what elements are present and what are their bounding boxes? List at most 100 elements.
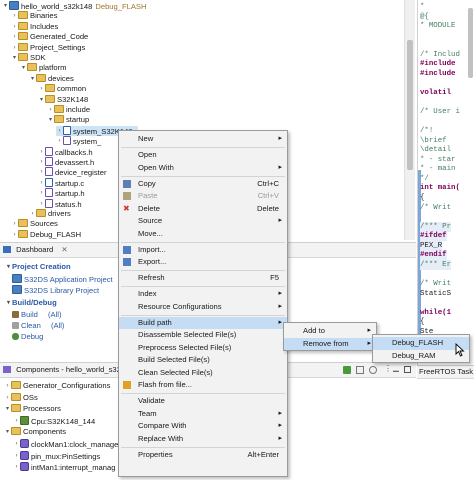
component-item[interactable]: › intMan1:interrupt_manag	[13, 462, 115, 473]
component-item[interactable]: ▾ Processors	[4, 404, 61, 415]
editor-scroll-thumb[interactable]	[468, 8, 473, 78]
close-icon[interactable]: ✕	[61, 245, 67, 254]
menu-new[interactable]: New ▸	[119, 133, 287, 146]
generate-code-icon[interactable]	[343, 366, 351, 374]
code-editor[interactable]: * @{ * MODULE/* Includ #include #include …	[417, 0, 474, 366]
view-menu-icon[interactable]: ⋮	[384, 364, 392, 373]
chevron-right-icon[interactable]: ›	[13, 462, 20, 473]
menu-open-with[interactable]: Open With ▸	[119, 162, 287, 175]
menu-disassemble-selected-file-s[interactable]: Disassemble Selected File(s)	[119, 329, 287, 342]
explorer-item[interactable]: › Binaries	[11, 11, 57, 22]
dashboard-tab[interactable]: Dashboard	[16, 245, 53, 254]
chevron-right-icon[interactable]: ›	[38, 199, 45, 210]
chevron-down-icon[interactable]: ▾	[29, 74, 36, 85]
component-item[interactable]: › pin_mux:PinSettings	[13, 450, 100, 462]
menu-replace-with[interactable]: Replace With ▸	[119, 433, 287, 446]
component-item[interactable]: › OSs	[4, 392, 38, 404]
chevron-right-icon[interactable]: ›	[11, 11, 18, 22]
menu-open[interactable]: Open	[119, 149, 287, 162]
chevron-right-icon[interactable]: ›	[38, 157, 45, 168]
chevron-down-icon[interactable]: ▾	[2, 1, 9, 12]
menu-properties[interactable]: Properties Alt+Enter	[119, 449, 287, 462]
explorer-item[interactable]: › Includes	[11, 21, 58, 33]
chevron-right-icon[interactable]: ›	[56, 136, 63, 147]
menu-build-selected-file-s[interactable]: Build Selected File(s)	[119, 354, 287, 367]
menu-copy[interactable]: Copy Ctrl+C	[119, 178, 287, 191]
component-item[interactable]: › Generator_Configurations	[4, 381, 110, 392]
explorer-item[interactable]: › Debug_FLASH	[11, 229, 81, 241]
explorer-item[interactable]: › Project_Settings	[11, 42, 85, 54]
menu-resource-configurations[interactable]: Resource Configurations ▸	[119, 301, 287, 314]
freertos-view-tab[interactable]: FreeRTOS Task Awa	[417, 365, 474, 379]
explorer-item[interactable]: ▾ platform	[20, 63, 66, 74]
menu-export[interactable]: Export...	[119, 256, 287, 269]
explorer-item[interactable]: ▾ startup	[47, 115, 89, 126]
menu-team[interactable]: Team ▸	[119, 408, 287, 421]
explorer-scrollbar[interactable]	[404, 0, 415, 240]
menu-clean-selected-file-s[interactable]: Clean Selected File(s)	[119, 367, 287, 380]
chevron-right-icon[interactable]: ›	[47, 105, 54, 116]
explorer-item[interactable]: › Sources	[11, 219, 58, 230]
explorer-item[interactable]: ▾ hello_world_s32k148 Debug_FLASH	[2, 1, 146, 12]
chevron-down-icon[interactable]: ▾	[4, 427, 11, 438]
menu-build-path[interactable]: Build path ▸	[119, 316, 287, 329]
maximize-icon[interactable]	[404, 366, 411, 373]
explorer-item[interactable]: › system_	[56, 136, 101, 147]
menu-refresh[interactable]: Refresh F5	[119, 272, 287, 285]
explorer-scroll-thumb[interactable]	[407, 40, 413, 170]
component-item[interactable]: › clockMan1:clock_manage	[13, 439, 118, 450]
explorer-item[interactable]: › include	[47, 105, 90, 116]
chevron-down-icon[interactable]: ▾	[5, 298, 12, 309]
chevron-down-icon[interactable]: ▾	[4, 404, 11, 415]
collapse-all-icon[interactable]	[356, 366, 364, 374]
chevron-right-icon[interactable]: ›	[38, 147, 45, 158]
chevron-right-icon[interactable]: ›	[38, 84, 45, 95]
chevron-down-icon[interactable]: ▾	[5, 262, 12, 273]
chevron-right-icon[interactable]: ›	[56, 126, 63, 137]
menu-flash-from-file[interactable]: Flash from file...	[119, 379, 287, 392]
explorer-item[interactable]: › devassert.h	[38, 157, 94, 168]
menu-source[interactable]: Source ▸	[119, 215, 287, 228]
chevron-right-icon[interactable]: ›	[11, 230, 18, 241]
chevron-right-icon[interactable]: ›	[11, 219, 18, 230]
chevron-right-icon[interactable]: ›	[13, 416, 20, 427]
build-all-link[interactable]: (All)	[48, 310, 62, 319]
explorer-item[interactable]: › callbacks.h	[38, 146, 93, 158]
component-item[interactable]: › Cpu:S32K148_144	[13, 415, 95, 427]
chevron-right-icon[interactable]: ›	[11, 43, 18, 54]
menu-index[interactable]: Index ▸	[119, 288, 287, 301]
build-path-remove-from[interactable]: Remove from ▸	[284, 337, 376, 350]
chevron-right-icon[interactable]: ›	[38, 178, 45, 189]
chevron-down-icon[interactable]: ▾	[38, 95, 45, 106]
explorer-item[interactable]: › startup.c	[38, 177, 84, 189]
chevron-right-icon[interactable]: ›	[11, 32, 18, 43]
menu-validate[interactable]: Validate	[119, 395, 287, 408]
link-editor-icon[interactable]	[369, 366, 377, 374]
chevron-right-icon[interactable]: ›	[13, 451, 20, 462]
menu-preprocess-selected-file-s[interactable]: Preprocess Selected File(s)	[119, 342, 287, 355]
explorer-item[interactable]: › common	[38, 84, 86, 95]
menu-compare-with[interactable]: Compare With ▸	[119, 420, 287, 433]
app-project-link[interactable]: S32DS Application Project	[12, 274, 113, 285]
clean-all-link[interactable]: (All)	[51, 321, 65, 330]
lib-project-link[interactable]: S32DS Library Project	[12, 285, 99, 296]
menu-import[interactable]: Import...	[119, 244, 287, 257]
component-item[interactable]: ▾ Components	[4, 427, 66, 438]
explorer-item[interactable]: ▾ devices	[29, 73, 74, 85]
chevron-right-icon[interactable]: ›	[4, 381, 11, 392]
chevron-right-icon[interactable]: ›	[29, 209, 36, 220]
chevron-right-icon[interactable]: ›	[38, 188, 45, 199]
menu-delete[interactable]: ✖ Delete Delete	[119, 203, 287, 216]
explorer-item[interactable]: › status.h	[38, 198, 82, 210]
explorer-item[interactable]: › device_register	[38, 167, 107, 178]
explorer-item[interactable]: ▾ SDK	[11, 53, 46, 64]
build-link[interactable]: Build	[21, 310, 38, 319]
chevron-right-icon[interactable]: ›	[4, 393, 11, 404]
explorer-item[interactable]: ▾ S32K148	[38, 94, 88, 106]
debug-link[interactable]: Debug	[21, 332, 43, 341]
clean-link[interactable]: Clean	[21, 321, 41, 330]
chevron-down-icon[interactable]: ▾	[20, 63, 27, 74]
chevron-right-icon[interactable]: ›	[38, 167, 45, 178]
chevron-right-icon[interactable]: ›	[11, 22, 18, 33]
explorer-item[interactable]: › Generated_Code	[11, 32, 88, 43]
